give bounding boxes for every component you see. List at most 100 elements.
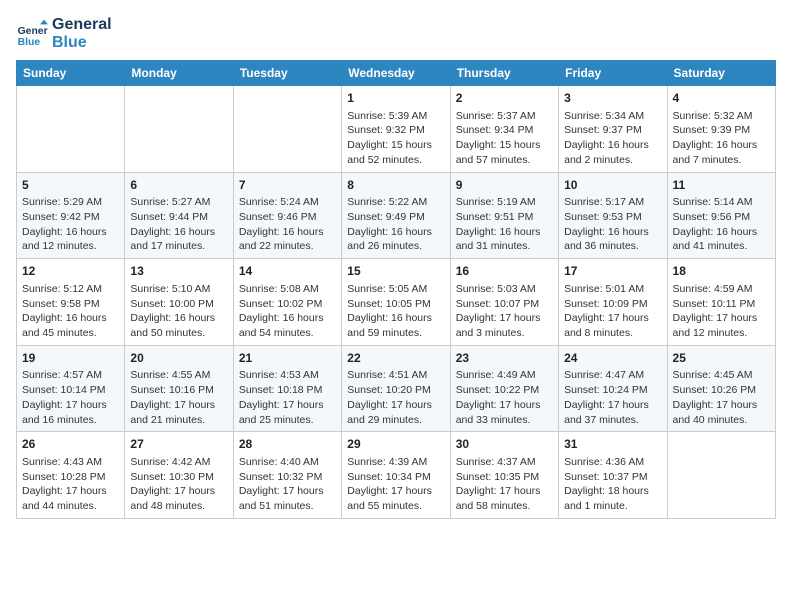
header-friday: Friday (559, 61, 667, 86)
day-number: 20 (130, 350, 227, 367)
cell-details: Sunrise: 5:39 AM Sunset: 9:32 PM Dayligh… (347, 109, 444, 168)
calendar-cell: 20Sunrise: 4:55 AM Sunset: 10:16 PM Dayl… (125, 345, 233, 432)
calendar-cell (667, 432, 775, 519)
day-number: 5 (22, 177, 119, 194)
calendar-cell: 14Sunrise: 5:08 AM Sunset: 10:02 PM Dayl… (233, 259, 341, 346)
calendar-cell: 3 Sunrise: 5:34 AM Sunset: 9:37 PM Daylig… (559, 86, 667, 173)
day-number: 24 (564, 350, 661, 367)
calendar-cell: 30 Sunrise: 4:37 AM Sunset: 10:35 PM Dayl… (450, 432, 558, 519)
day-number: 26 (22, 436, 119, 453)
day-number: 22 (347, 350, 444, 367)
cell-details: Sunrise: 4:36 AM Sunset: 10:37 PM Daylig… (564, 455, 661, 514)
cell-details: Sunrise: 4:40 AM Sunset: 10:32 PM Daylig… (239, 455, 336, 514)
day-number: 3 (564, 90, 661, 107)
calendar-cell: 15 Sunrise: 5:05 AM Sunset: 10:05 PM Dayl… (342, 259, 450, 346)
calendar-cell: 13 Sunrise: 5:10 AM Sunset: 10:00 PM Dayl… (125, 259, 233, 346)
logo-icon: General Blue (16, 18, 48, 50)
cell-details: Sunrise: 4:43 AM Sunset: 10:28 PM Daylig… (22, 455, 119, 514)
cell-details: Sunrise: 5:32 AM Sunset: 9:39 PM Dayligh… (673, 109, 770, 168)
cell-details: Sunrise: 5:34 AM Sunset: 9:37 PM Dayligh… (564, 109, 661, 168)
cell-details: Sunrise: 4:55 AM Sunset: 10:16 PM Daylig… (130, 368, 227, 427)
day-number: 28 (239, 436, 336, 453)
calendar-cell: 26 Sunrise: 4:43 AM Sunset: 10:28 PM Dayl… (17, 432, 125, 519)
day-number: 23 (456, 350, 553, 367)
calendar-cell: 25Sunrise: 4:45 AM Sunset: 10:26 PM Dayl… (667, 345, 775, 432)
day-number: 31 (564, 436, 661, 453)
week-row-2: 12 Sunrise: 5:12 AM Sunset: 9:58 PM Dayli… (17, 259, 776, 346)
day-number: 9 (456, 177, 553, 194)
cell-details: Sunrise: 4:42 AM Sunset: 10:30 PM Daylig… (130, 455, 227, 514)
day-number: 7 (239, 177, 336, 194)
calendar-cell: 4 Sunrise: 5:32 AM Sunset: 9:39 PM Daylig… (667, 86, 775, 173)
cell-details: Sunrise: 5:14 AM Sunset: 9:56 PM Dayligh… (673, 195, 770, 254)
calendar-cell: 7Sunrise: 5:24 AM Sunset: 9:46 PM Daylig… (233, 172, 341, 259)
cell-details: Sunrise: 5:19 AM Sunset: 9:51 PM Dayligh… (456, 195, 553, 254)
cell-details: Sunrise: 5:27 AM Sunset: 9:44 PM Dayligh… (130, 195, 227, 254)
calendar-cell: 23Sunrise: 4:49 AM Sunset: 10:22 PM Dayl… (450, 345, 558, 432)
calendar-cell: 17Sunrise: 5:01 AM Sunset: 10:09 PM Dayl… (559, 259, 667, 346)
calendar-cell: 19Sunrise: 4:57 AM Sunset: 10:14 PM Dayl… (17, 345, 125, 432)
svg-text:General: General (18, 26, 48, 37)
cell-details: Sunrise: 4:37 AM Sunset: 10:35 PM Daylig… (456, 455, 553, 514)
calendar-cell: 31 Sunrise: 4:36 AM Sunset: 10:37 PM Dayl… (559, 432, 667, 519)
cell-details: Sunrise: 5:10 AM Sunset: 10:00 PM Daylig… (130, 282, 227, 341)
calendar-cell: 22Sunrise: 4:51 AM Sunset: 10:20 PM Dayl… (342, 345, 450, 432)
week-row-3: 19Sunrise: 4:57 AM Sunset: 10:14 PM Dayl… (17, 345, 776, 432)
header-sunday: Sunday (17, 61, 125, 86)
day-number: 27 (130, 436, 227, 453)
cell-details: Sunrise: 5:17 AM Sunset: 9:53 PM Dayligh… (564, 195, 661, 254)
cell-details: Sunrise: 5:01 AM Sunset: 10:09 PM Daylig… (564, 282, 661, 341)
calendar-cell (17, 86, 125, 173)
calendar-cell: 2 Sunrise: 5:37 AM Sunset: 9:34 PM Daylig… (450, 86, 558, 173)
day-number: 15 (347, 263, 444, 280)
cell-details: Sunrise: 5:12 AM Sunset: 9:58 PM Dayligh… (22, 282, 119, 341)
cell-details: Sunrise: 4:45 AM Sunset: 10:26 PM Daylig… (673, 368, 770, 427)
day-number: 2 (456, 90, 553, 107)
week-row-0: 1Sunrise: 5:39 AM Sunset: 9:32 PM Daylig… (17, 86, 776, 173)
header-wednesday: Wednesday (342, 61, 450, 86)
calendar-cell: 9Sunrise: 5:19 AM Sunset: 9:51 PM Daylig… (450, 172, 558, 259)
calendar-cell: 12 Sunrise: 5:12 AM Sunset: 9:58 PM Dayli… (17, 259, 125, 346)
logo-line1: General (52, 16, 112, 34)
header-thursday: Thursday (450, 61, 558, 86)
cell-details: Sunrise: 4:49 AM Sunset: 10:22 PM Daylig… (456, 368, 553, 427)
logo: General Blue General Blue (16, 16, 112, 52)
calendar-cell: 8Sunrise: 5:22 AM Sunset: 9:49 PM Daylig… (342, 172, 450, 259)
day-number: 25 (673, 350, 770, 367)
cell-details: Sunrise: 5:22 AM Sunset: 9:49 PM Dayligh… (347, 195, 444, 254)
day-number: 10 (564, 177, 661, 194)
day-number: 6 (130, 177, 227, 194)
day-number: 30 (456, 436, 553, 453)
calendar-cell: 6Sunrise: 5:27 AM Sunset: 9:44 PM Daylig… (125, 172, 233, 259)
cell-details: Sunrise: 4:47 AM Sunset: 10:24 PM Daylig… (564, 368, 661, 427)
day-number: 8 (347, 177, 444, 194)
cell-details: Sunrise: 5:37 AM Sunset: 9:34 PM Dayligh… (456, 109, 553, 168)
day-number: 16 (456, 263, 553, 280)
week-row-1: 5Sunrise: 5:29 AM Sunset: 9:42 PM Daylig… (17, 172, 776, 259)
cell-details: Sunrise: 5:29 AM Sunset: 9:42 PM Dayligh… (22, 195, 119, 254)
logo-line2: Blue (52, 34, 112, 52)
calendar-cell (233, 86, 341, 173)
cell-details: Sunrise: 5:05 AM Sunset: 10:05 PM Daylig… (347, 282, 444, 341)
cell-details: Sunrise: 5:03 AM Sunset: 10:07 PM Daylig… (456, 282, 553, 341)
calendar-cell: 18Sunrise: 4:59 AM Sunset: 10:11 PM Dayl… (667, 259, 775, 346)
calendar-header-row: SundayMondayTuesdayWednesdayThursdayFrid… (17, 61, 776, 86)
header-saturday: Saturday (667, 61, 775, 86)
week-row-4: 26 Sunrise: 4:43 AM Sunset: 10:28 PM Dayl… (17, 432, 776, 519)
calendar-cell: 11Sunrise: 5:14 AM Sunset: 9:56 PM Dayli… (667, 172, 775, 259)
day-number: 12 (22, 263, 119, 280)
svg-text:Blue: Blue (18, 37, 41, 48)
header-tuesday: Tuesday (233, 61, 341, 86)
calendar-cell: 27 Sunrise: 4:42 AM Sunset: 10:30 PM Dayl… (125, 432, 233, 519)
day-number: 4 (673, 90, 770, 107)
cell-details: Sunrise: 4:53 AM Sunset: 10:18 PM Daylig… (239, 368, 336, 427)
header: General Blue General Blue (16, 16, 776, 52)
day-number: 19 (22, 350, 119, 367)
cell-details: Sunrise: 5:08 AM Sunset: 10:02 PM Daylig… (239, 282, 336, 341)
day-number: 13 (130, 263, 227, 280)
cell-details: Sunrise: 4:51 AM Sunset: 10:20 PM Daylig… (347, 368, 444, 427)
day-number: 29 (347, 436, 444, 453)
cell-details: Sunrise: 5:24 AM Sunset: 9:46 PM Dayligh… (239, 195, 336, 254)
calendar-cell: 29Sunrise: 4:39 AM Sunset: 10:34 PM Dayl… (342, 432, 450, 519)
calendar-cell: 5Sunrise: 5:29 AM Sunset: 9:42 PM Daylig… (17, 172, 125, 259)
